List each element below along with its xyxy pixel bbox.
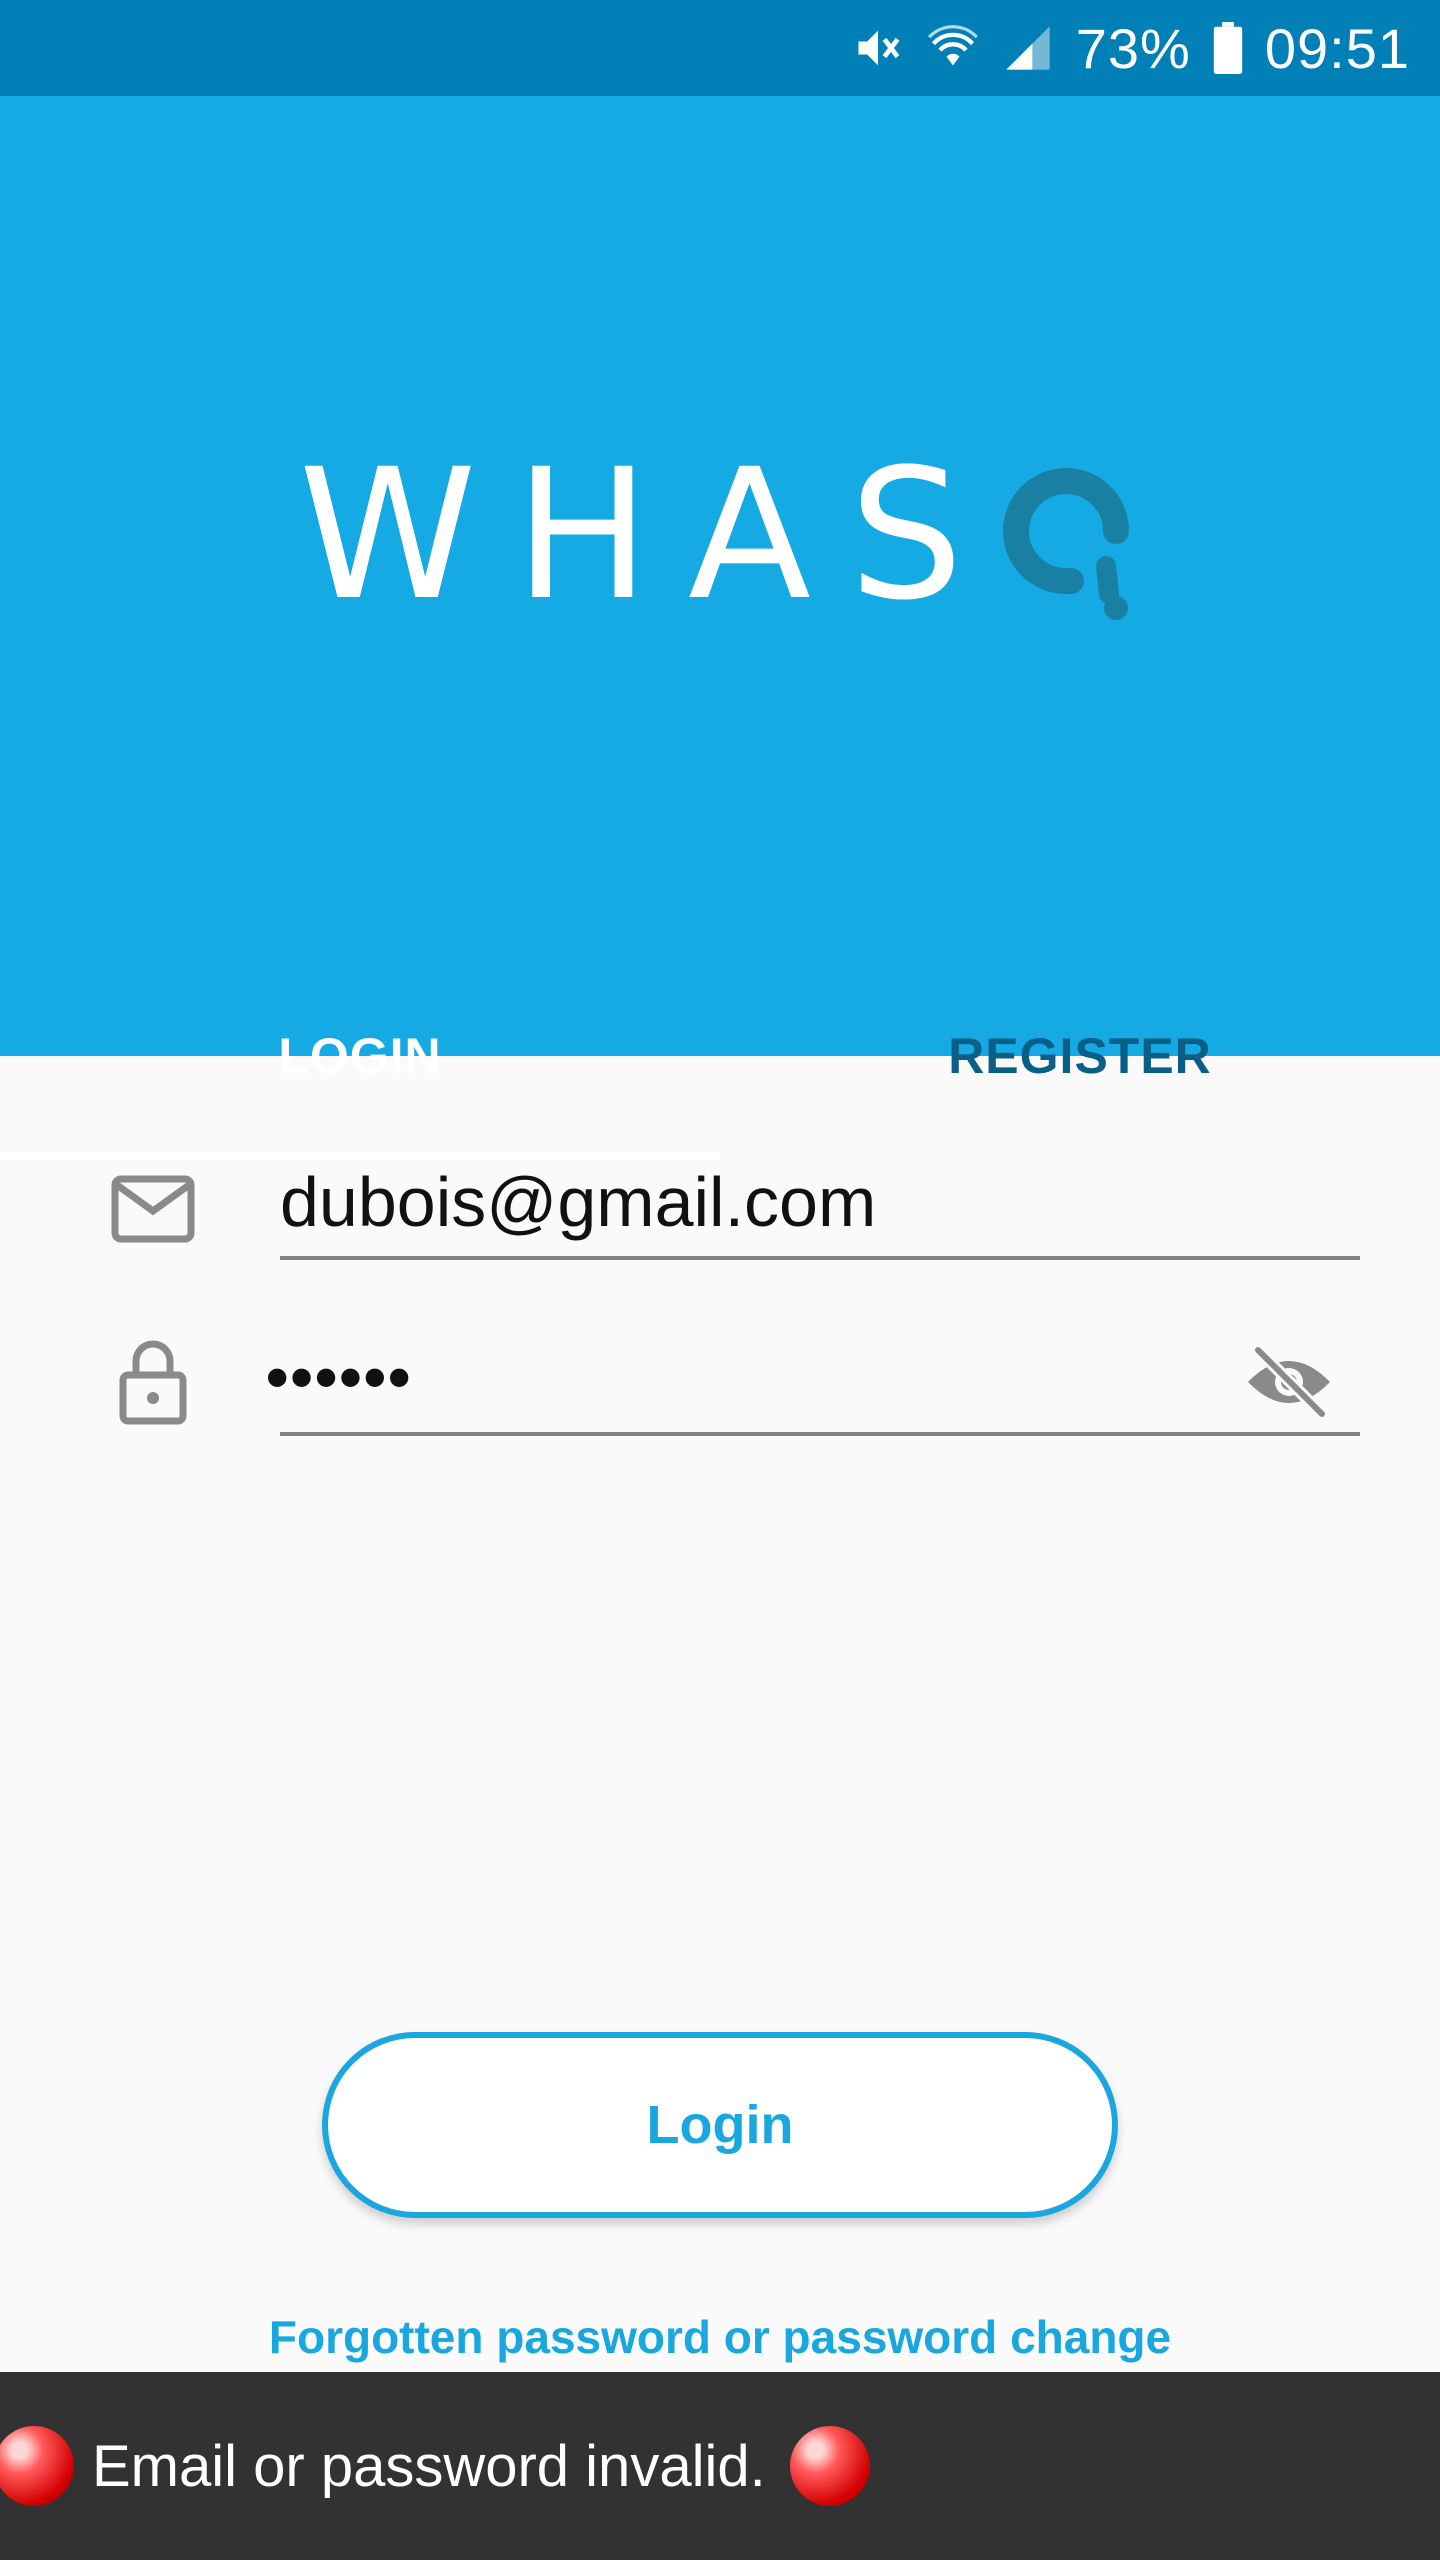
tab-login[interactable]: LOGIN: [0, 960, 720, 1152]
wifi-icon: [926, 22, 980, 74]
tab-register-label: REGISTER: [948, 1028, 1212, 1084]
q-logo-icon: [991, 436, 1141, 626]
password-value: ••••••: [266, 1341, 413, 1413]
status-indicators: 73% 09:51: [852, 0, 1410, 96]
clock: 09:51: [1264, 16, 1410, 80]
password-field[interactable]: ••••••: [266, 1326, 1360, 1436]
eye-off-icon[interactable]: [1244, 1342, 1334, 1422]
login-button-label: Login: [646, 2095, 794, 2155]
red-ball-icon: [789, 2426, 870, 2506]
forgot-password-link[interactable]: Forgotten password or password change: [0, 2310, 1440, 2364]
password-row: ••••••: [0, 1326, 1440, 1456]
email-row: dubois@gmail.com: [0, 1150, 1440, 1280]
tab-register[interactable]: REGISTER: [720, 960, 1440, 1152]
battery-icon: [1213, 22, 1243, 74]
tab-login-label: LOGIN: [278, 1028, 442, 1084]
status-bar: 73% 09:51: [0, 0, 1440, 96]
red-ball-icon: [0, 2426, 74, 2506]
mail-icon: [108, 1164, 198, 1254]
lock-icon: [108, 1336, 198, 1426]
app-header: WHAS LOGIN REGISTER: [0, 96, 1440, 1160]
login-button[interactable]: Login: [322, 2032, 1118, 2218]
app-logo: WHAS: [0, 436, 1440, 626]
auth-tabs: LOGIN REGISTER: [0, 960, 1440, 1160]
forgot-password-label: Forgotten password or password change: [268, 2311, 1172, 2363]
error-toast: Email or password invalid.: [0, 2372, 1440, 2560]
signal-icon: [1002, 22, 1054, 74]
logo-text: WHAS: [298, 431, 1002, 640]
battery-percent: 73%: [1075, 16, 1191, 80]
toast-message: Email or password invalid.: [92, 2433, 766, 2499]
mute-icon: [852, 22, 904, 74]
email-value: dubois@gmail.com: [280, 1163, 877, 1241]
email-field[interactable]: dubois@gmail.com: [280, 1150, 1360, 1260]
